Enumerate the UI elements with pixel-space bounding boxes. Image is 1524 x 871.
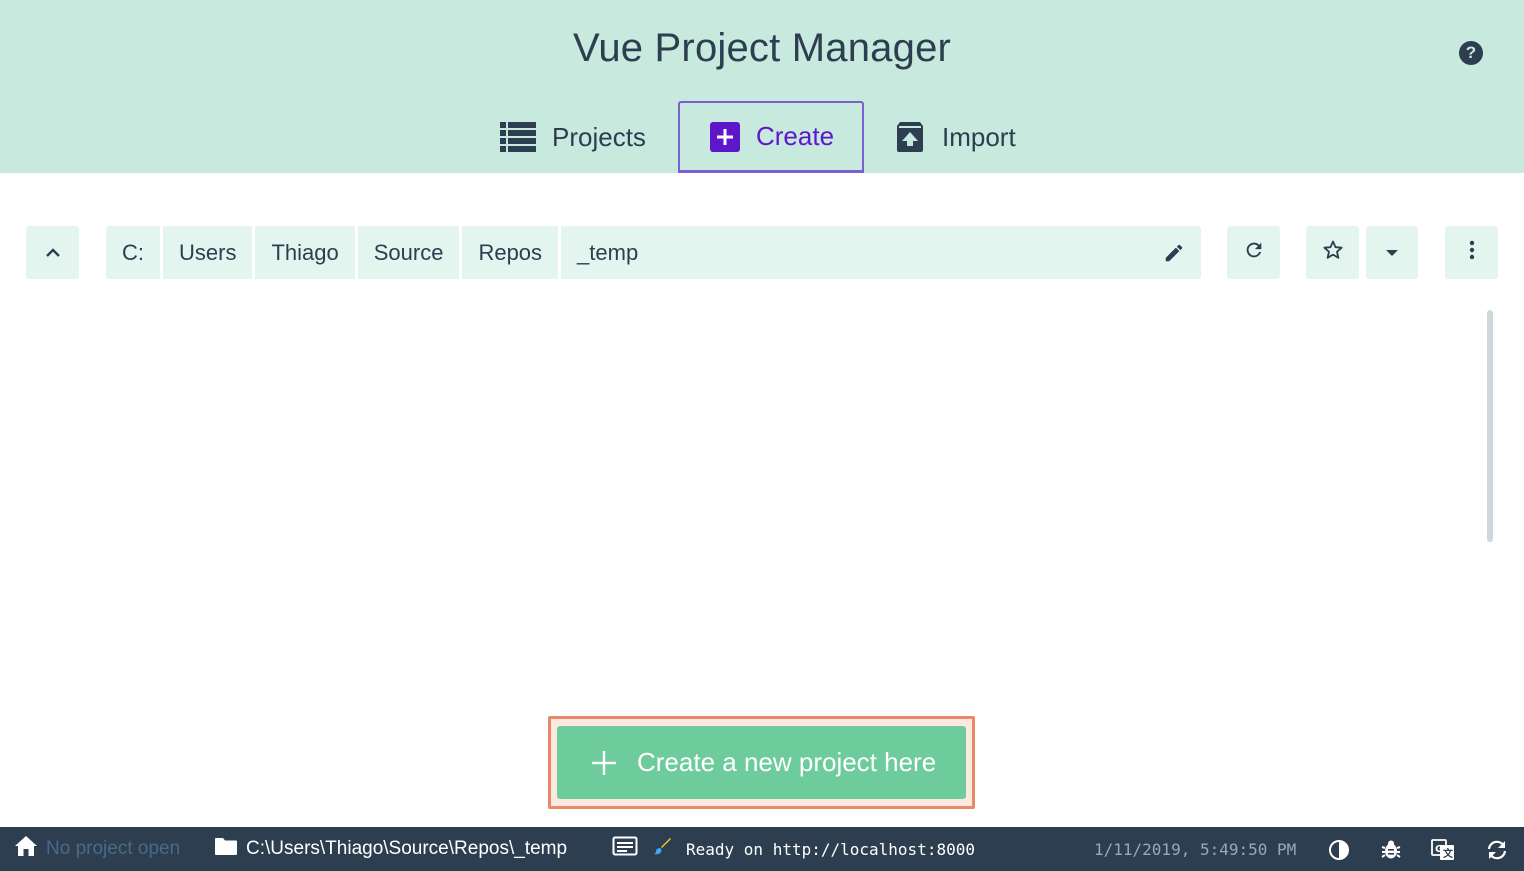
tab-import[interactable]: Import [894,101,1044,173]
current-directory-label: C:\Users\Thiago\Source\Repos\_temp [246,838,568,859]
console-log-text: Ready on http://localhost:8000 [686,839,975,859]
breadcrumb-segment[interactable]: Thiago [255,226,358,279]
chevron-up-icon [45,244,61,262]
tab-import-label: Import [942,121,1016,152]
tab-create[interactable]: Create [678,101,864,173]
page-title: Vue Project Manager [572,26,952,70]
add-box-icon [710,121,740,152]
favorites-dropdown-button[interactable] [1366,226,1418,279]
parent-folder-button[interactable] [26,226,79,279]
current-directory-status[interactable]: C:\Users\Thiago\Source\Repos\_temp [214,827,567,871]
plus-icon [591,750,617,776]
create-project-here-button[interactable]: Create a new project here [557,726,966,799]
refresh-button[interactable] [1227,226,1280,279]
favorite-button[interactable] [1306,226,1359,279]
tab-projects[interactable]: Projects [500,101,670,173]
refresh-icon [1243,239,1265,266]
console-icon [612,836,638,862]
svg-text:G: G [1435,844,1443,855]
folder-list-scrollbar[interactable] [1487,310,1493,542]
dark-mode-toggle-icon[interactable] [1326,837,1352,863]
current-project-status[interactable]: No project open [14,827,180,871]
main-tabs: Projects Create Import [0,101,1524,173]
bug-report-icon[interactable] [1378,837,1404,863]
folder-icon [214,836,238,862]
console-log-status[interactable]: Ready on http://localhost:8000 [612,827,975,871]
more-options-button[interactable] [1445,226,1498,279]
app-header: Vue Project Manager ? Projects Create Im… [0,0,1524,173]
create-project-here-label: Create a new project here [637,747,937,777]
pencil-icon[interactable] [1161,240,1187,266]
tab-projects-label: Projects [552,121,646,152]
breadcrumb: C: Users Thiago Source Repos _temp [106,226,1201,279]
home-icon [14,835,38,863]
sync-icon[interactable] [1484,837,1510,863]
list-icon [500,122,536,152]
help-icon[interactable]: ? [1459,41,1483,65]
status-bar: No project open C:\Users\Thiago\Source\R… [0,827,1524,871]
current-project-label: No project open [46,838,181,859]
svg-text:文: 文 [1443,847,1454,860]
breadcrumb-segment[interactable]: _temp [561,226,654,279]
unarchive-icon [894,122,926,152]
brush-icon [654,837,672,861]
folder-path-bar: C: Users Thiago Source Repos _temp [0,226,1524,279]
log-timestamp: 1/11/2019, 5:49:50 PM [1094,839,1297,859]
arrow-drop-down-icon [1385,244,1399,262]
breadcrumb-segment[interactable]: C: [106,226,163,279]
more-vert-icon [1469,240,1475,265]
tab-create-label: Create [756,121,835,151]
breadcrumb-segment[interactable]: Repos [462,226,562,279]
star-outline-icon [1321,238,1345,267]
breadcrumb-segment[interactable]: Users [163,226,256,279]
breadcrumb-segment[interactable]: Source [358,226,463,279]
translate-icon[interactable]: G文 [1430,837,1456,863]
